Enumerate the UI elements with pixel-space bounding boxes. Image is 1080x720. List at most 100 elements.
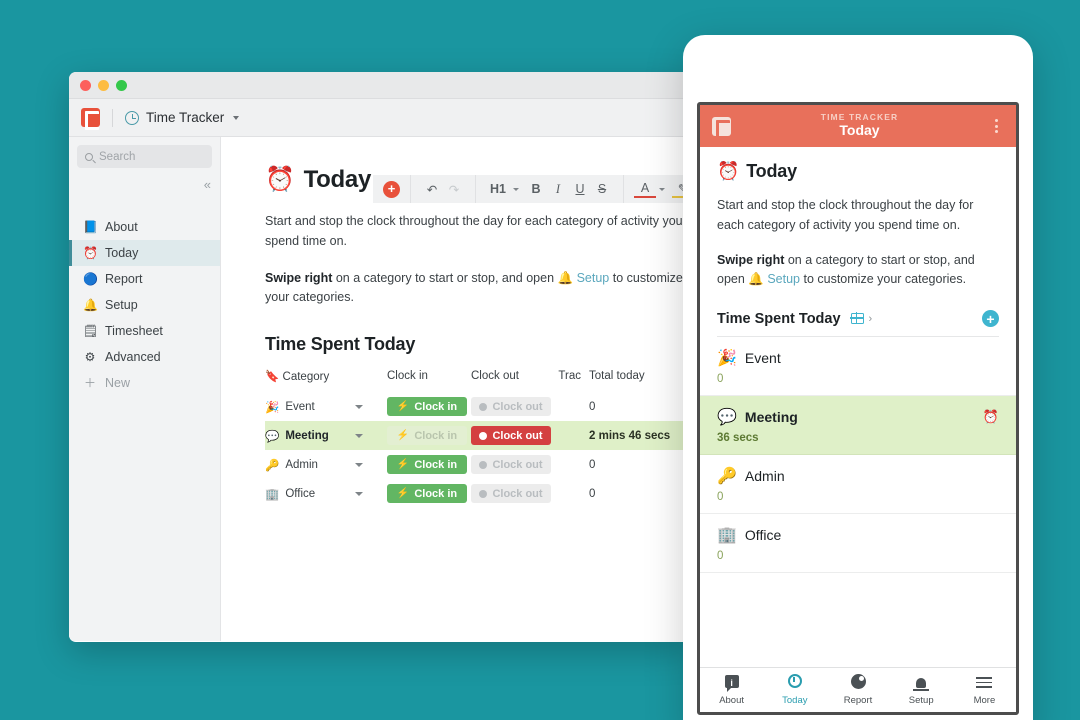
search-placeholder: Search [99,150,136,163]
chevron-down-icon[interactable] [355,433,363,438]
add-block-button[interactable]: + [383,180,400,198]
list-item[interactable]: 💬 Meeting ⏰ 36 secs [700,396,1016,455]
heading-button[interactable]: H1 [486,178,510,200]
tab-about[interactable]: About [700,674,763,706]
dot-icon [479,431,488,440]
cell-total: 0 [589,400,596,413]
cell-category: 🔑 Admin [265,450,387,479]
chevron-down-icon[interactable] [355,404,363,409]
cell-clock-out: Clock out [471,450,555,479]
cell-category: 🎉 Event [265,392,387,421]
key-icon: 🔑 [265,459,280,472]
sidebar-collapse-button[interactable]: « [204,177,211,192]
party-popper-icon: 🎉 [265,401,280,414]
text-color-button[interactable]: A [634,181,656,198]
divider [112,108,113,127]
table-row[interactable]: 💬 Meeting ⚡ Clock in Clock out 2 mins 46… [265,421,685,450]
cell-clock-out: Clock out [471,392,555,421]
window-maximize-button[interactable] [116,79,127,91]
tab-more[interactable]: More [953,674,1016,706]
tab-label: More [973,695,996,706]
table-view-icon[interactable] [849,312,864,324]
bold-button[interactable]: B [525,178,547,200]
clock-icon [125,110,139,125]
clock-in-button[interactable]: ⚡ Clock in [387,455,467,474]
tab-report[interactable]: Report [826,674,889,706]
chevron-down-icon[interactable] [355,462,363,467]
cell-tracking [555,479,589,508]
plus-icon: ＋ [83,376,96,390]
clock-out-button[interactable]: Clock out [471,484,551,503]
app-logo-icon [712,116,731,139]
clock-out-button[interactable]: Clock out [471,397,551,416]
sidebar-item-today[interactable]: ⏰ Today [69,240,220,266]
tab-today[interactable]: Today [763,674,826,706]
add-category-button[interactable]: + [982,310,999,327]
table-header: 🔖 Category Clock in Clock out Trac Total… [265,369,685,392]
hamburger-icon [953,674,1016,693]
list-item[interactable]: 🎉 Event 0 [700,337,1016,396]
clock-in-button[interactable]: ⚡ Clock in [387,426,467,445]
clock-out-label: Clock out [492,458,543,471]
sidebar-item-report[interactable]: 🔵 Report [69,266,220,292]
list-item[interactable]: 🔑 Admin 0 [700,455,1016,514]
desktop-app-window: Time Tracker Search « 📘 About ⏰ Today 🔵 … [69,72,691,642]
clock-out-label: Clock out [492,400,543,413]
window-close-button[interactable] [80,79,91,91]
office-building-icon: 🏢 [265,488,280,501]
strikethrough-button[interactable]: S [591,178,613,200]
column-header-category[interactable]: 🔖 Category [265,369,387,392]
list-item-name: Event [744,350,781,366]
chevron-right-icon[interactable]: › [869,313,873,325]
column-header-tracking[interactable]: Trac [555,369,589,392]
screenshot-root: Time Tracker Search « 📘 About ⏰ Today 🔵 … [0,0,1080,720]
document-switcher[interactable]: Time Tracker [125,110,240,125]
clock-in-button[interactable]: ⚡ Clock in [387,397,467,416]
column-header-clock-in[interactable]: Clock in [387,369,471,392]
setup-link[interactable]: Setup [767,272,800,286]
mobile-instruction-paragraph: Swipe right on a category to start or st… [717,251,999,291]
redo-icon[interactable]: ↷ [443,178,465,200]
kebab-menu-icon[interactable] [988,119,1004,133]
column-header-clock-out[interactable]: Clock out [471,369,555,392]
chevron-down-icon[interactable] [355,491,363,496]
report-icon [826,674,889,693]
window-minimize-button[interactable] [98,79,109,91]
sidebar-item-about[interactable]: 📘 About [69,214,220,240]
column-header-total-today[interactable]: Total today [589,369,685,392]
search-input[interactable]: Search [77,145,212,168]
table-row[interactable]: 🎉 Event ⚡ Clock in Clock out 0 [265,392,685,421]
mobile-intro-paragraph: Start and stop the clock throughout the … [717,198,974,232]
bell-icon: 🔔 [557,270,574,285]
clock-out-button[interactable]: Clock out [471,426,551,445]
chevron-down-icon[interactable] [233,115,240,120]
sidebar-item-setup[interactable]: 🔔 Setup [69,292,220,318]
dot-icon [479,460,488,469]
toolbar-group-add: + [373,175,411,203]
sidebar: Search « 📘 About ⏰ Today 🔵 Report 🔔 Setu… [69,137,221,641]
list-item[interactable]: 🏢 Office 0 [700,514,1016,573]
search-container: Search [69,137,220,168]
clock-out-button[interactable]: Clock out [471,455,551,474]
tab-setup[interactable]: Setup [890,674,953,706]
list-item-name: Meeting [744,409,798,425]
chevron-down-icon[interactable] [659,187,665,191]
sidebar-item-timesheet[interactable]: 🗒 Timesheet [69,318,220,344]
clock-in-button[interactable]: ⚡ Clock in [387,484,467,503]
table-row[interactable]: 🔑 Admin ⚡ Clock in Clock out 0 [265,450,685,479]
undo-icon[interactable]: ↶ [421,178,443,200]
italic-button[interactable]: I [547,178,569,200]
setup-link[interactable]: Setup [577,271,610,285]
sidebar-item-advanced[interactable]: ⚙ Advanced [69,344,220,370]
tab-label: Report [843,695,873,706]
sidebar-item-new[interactable]: ＋ New [69,370,220,396]
instruction-mid: on a category to start or stop, and open [332,270,558,285]
chevron-down-icon[interactable] [513,187,519,191]
table-row[interactable]: 🏢 Office ⚡ Clock in Clock out 0 [265,479,685,508]
dot-icon [479,489,488,498]
underline-button[interactable]: U [569,178,591,200]
cell-total: 0 [589,458,596,471]
bell-icon: 🔔 [83,298,98,312]
mobile-tab-bar: About Today Report Setup More [700,667,1016,712]
running-alarm-icon: ⏰ [982,409,999,424]
